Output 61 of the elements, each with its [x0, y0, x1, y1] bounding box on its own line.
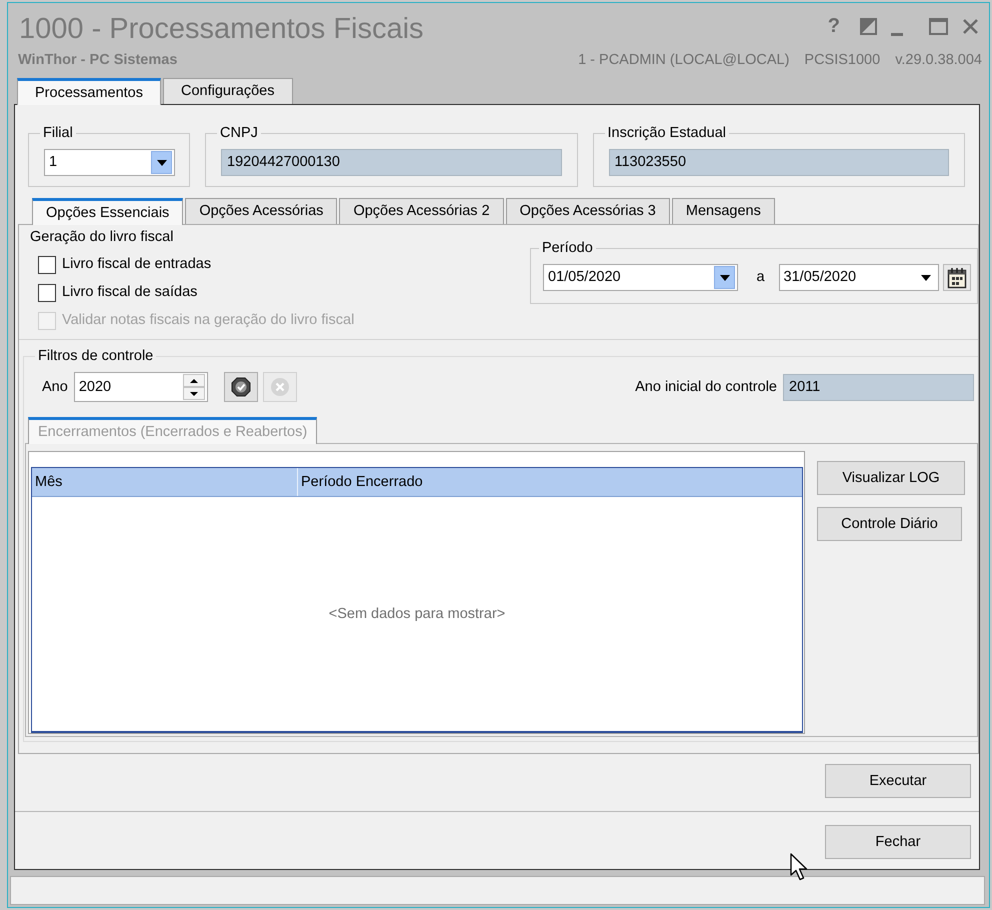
calendar-button[interactable]: [943, 264, 971, 291]
close-button[interactable]: [962, 16, 979, 36]
group-label: Inscrição Estadual: [606, 125, 727, 141]
initial-year-field: 2011: [783, 374, 974, 400]
maximize-button[interactable]: [929, 16, 948, 36]
year-label: Ano: [42, 378, 68, 396]
group-label: Período: [541, 240, 594, 256]
window-title: 1000 - Processamentos Fiscais: [19, 13, 424, 45]
tab[interactable]: Opções Acessórias 3: [506, 198, 670, 224]
caret-down-icon: [920, 274, 931, 280]
date-dropdown[interactable]: 31/05/2020: [778, 264, 940, 291]
caret-down-icon: [190, 392, 198, 396]
year-spin-field[interactable]: 2020: [74, 372, 208, 402]
separator-label: a: [756, 269, 765, 286]
dropdown-button[interactable]: [714, 266, 736, 289]
tab[interactable]: Opções Acessórias 2: [339, 198, 504, 224]
half-filled-square-icon: [860, 18, 877, 34]
checkbox-label[interactable]: Livro fiscal de entradas: [62, 256, 212, 273]
caret-down-icon: [720, 274, 730, 280]
date-dropdown[interactable]: 01/05/2020: [543, 264, 738, 291]
initial-year-label: Ano inicial do controle: [635, 378, 777, 396]
program-code: PCSIS1000: [804, 52, 880, 69]
confirm-button[interactable]: [224, 372, 258, 402]
window-subtitle: WinThor - PC Sistemas: [18, 52, 178, 69]
window-mode-button[interactable]: [860, 16, 877, 36]
filial-dropdown[interactable]: 1: [44, 149, 175, 176]
section-title: Geração do livro fiscal: [30, 229, 174, 246]
checkbox-label[interactable]: Livro fiscal de saídas: [62, 284, 198, 301]
footer-button[interactable]: Executar: [825, 764, 971, 798]
mouse-pointer-icon: [790, 853, 809, 881]
spin-up-button[interactable]: [182, 374, 205, 387]
version-label: v.29.0.38.004: [895, 52, 982, 69]
readonly-field: 113023550: [608, 149, 949, 176]
maximize-icon: [929, 18, 948, 34]
checkbox-label: Validar notas fiscais na geração do livro fiscal: [62, 312, 354, 329]
group-label: CNPJ: [219, 125, 259, 141]
tab[interactable]: Processamentos: [17, 78, 161, 105]
x-circle-icon: [270, 377, 290, 397]
tab[interactable]: Mensagens: [672, 198, 775, 224]
tab[interactable]: Opções Essenciais: [32, 198, 184, 225]
user-info: 1 - PCADMIN (LOCAL@LOCAL): [578, 52, 790, 69]
checkbox[interactable]: [38, 284, 56, 302]
readonly-field: 19204427000130: [221, 149, 562, 176]
minimize-icon: [891, 33, 903, 36]
caret-up-icon: [190, 378, 198, 382]
group-label: Filtros de controle: [37, 348, 154, 364]
column-header[interactable]: Período Encerrado: [298, 468, 802, 496]
calendar-icon: [947, 266, 968, 288]
checkbox[interactable]: [38, 256, 56, 274]
caret-down-icon: [156, 160, 166, 166]
column-header[interactable]: Mês: [32, 468, 298, 496]
tab[interactable]: Opções Acessórias: [185, 198, 338, 224]
group-label: Filial: [42, 125, 74, 141]
action-button[interactable]: Controle Diário: [817, 507, 962, 541]
dropdown-button[interactable]: [151, 151, 172, 174]
action-button[interactable]: Visualizar LOG: [817, 461, 965, 495]
close-icon: [962, 18, 979, 34]
tab[interactable]: Configurações: [163, 78, 292, 104]
empty-grid-message: <Sem dados para mostrar>: [328, 606, 506, 622]
spin-down-button[interactable]: [182, 387, 205, 400]
footer-button[interactable]: Fechar: [825, 825, 971, 859]
